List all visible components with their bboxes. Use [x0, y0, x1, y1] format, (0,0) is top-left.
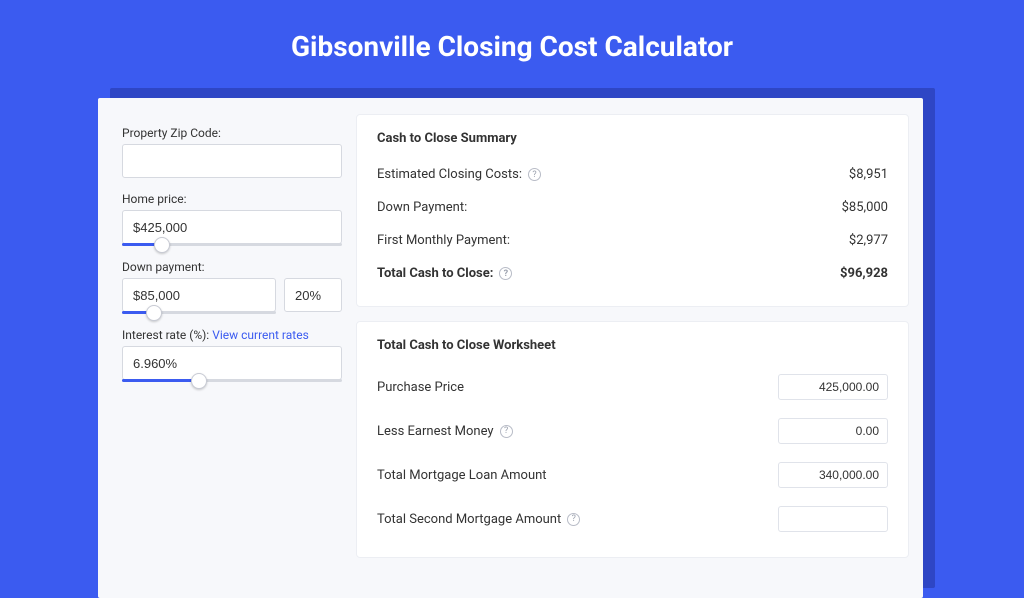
worksheet-panel: Total Cash to Close Worksheet Purchase P… [356, 321, 909, 558]
interest-rate-slider[interactable] [122, 379, 342, 382]
worksheet-row-input[interactable] [778, 462, 888, 488]
worksheet-row-label-text: Total Mortgage Loan Amount [377, 468, 547, 483]
interest-rate-slider-thumb[interactable] [191, 373, 207, 389]
worksheet-row-label: Total Second Mortgage Amount? [377, 512, 580, 527]
down-payment-pct-input[interactable] [284, 278, 342, 312]
interest-rate-slider-fill [122, 379, 199, 382]
worksheet-row-label-text: Less Earnest Money [377, 424, 494, 439]
interest-rate-slider-wrap [122, 346, 342, 382]
zip-input[interactable] [122, 144, 342, 178]
worksheet-row-label: Total Mortgage Loan Amount [377, 468, 547, 483]
home-price-slider-thumb[interactable] [154, 237, 170, 253]
down-payment-slider-thumb[interactable] [146, 305, 162, 321]
summary-row-label: Estimated Closing Costs:? [377, 167, 541, 182]
summary-row: First Monthly Payment: $2,977 [377, 224, 888, 257]
field-interest-rate: Interest rate (%): View current rates [122, 328, 342, 382]
worksheet-rows: Purchase Price Less Earnest Money? Total M… [377, 365, 888, 541]
view-rates-link[interactable]: View current rates [212, 328, 309, 342]
field-down-payment: Down payment: [122, 260, 342, 314]
field-home-price: Home price: [122, 192, 342, 246]
interest-rate-label-row: Interest rate (%): View current rates [122, 328, 342, 342]
summary-row-label: First Monthly Payment: [377, 233, 510, 248]
calculator-card: Property Zip Code: Home price: Down paym… [98, 98, 923, 598]
summary-row-label-text: Estimated Closing Costs: [377, 167, 522, 182]
summary-row-value: $8,951 [849, 167, 888, 182]
worksheet-row: Total Second Mortgage Amount? [377, 497, 888, 541]
down-payment-slider[interactable] [122, 311, 276, 314]
summary-row: Estimated Closing Costs:? $8,951 [377, 158, 888, 191]
summary-row: Total Cash to Close:? $96,928 [377, 257, 888, 290]
worksheet-row-label-text: Total Second Mortgage Amount [377, 512, 561, 527]
summary-row-value: $96,928 [840, 266, 888, 281]
summary-row-label-text: Total Cash to Close: [377, 266, 493, 281]
summary-row-label-text: Down Payment: [377, 200, 467, 215]
summary-row-value: $85,000 [842, 200, 888, 215]
field-zip: Property Zip Code: [122, 126, 342, 178]
worksheet-title: Total Cash to Close Worksheet [377, 338, 888, 353]
help-icon[interactable]: ? [499, 267, 512, 280]
home-price-label: Home price: [122, 192, 342, 206]
worksheet-row: Less Earnest Money? [377, 409, 888, 453]
worksheet-row-label: Purchase Price [377, 380, 464, 395]
worksheet-row: Total Mortgage Loan Amount [377, 453, 888, 497]
help-icon[interactable]: ? [500, 425, 513, 438]
summary-panel: Cash to Close Summary Estimated Closing … [356, 114, 909, 307]
summary-row-label: Down Payment: [377, 200, 467, 215]
summary-row-label: Total Cash to Close:? [377, 266, 512, 281]
worksheet-row-label: Less Earnest Money? [377, 424, 513, 439]
worksheet-row-label-text: Purchase Price [377, 380, 464, 395]
interest-rate-input[interactable] [122, 346, 342, 380]
worksheet-row-input[interactable] [778, 374, 888, 400]
zip-label: Property Zip Code: [122, 126, 342, 140]
help-icon[interactable]: ? [528, 168, 541, 181]
summary-title: Cash to Close Summary [377, 131, 888, 146]
page-title: Gibsonville Closing Cost Calculator [0, 0, 1024, 85]
summary-row-label-text: First Monthly Payment: [377, 233, 510, 248]
worksheet-row-input[interactable] [778, 418, 888, 444]
down-payment-input[interactable] [122, 278, 276, 312]
summary-rows: Estimated Closing Costs:? $8,951 Down Paym… [377, 158, 888, 290]
down-payment-slider-wrap [122, 278, 276, 314]
summary-row: Down Payment: $85,000 [377, 191, 888, 224]
help-icon[interactable]: ? [567, 513, 580, 526]
interest-rate-label: Interest rate (%): [122, 328, 209, 342]
home-price-slider[interactable] [122, 243, 342, 246]
down-payment-label: Down payment: [122, 260, 342, 274]
home-price-slider-wrap [122, 210, 342, 246]
worksheet-row-input[interactable] [778, 506, 888, 532]
summary-row-value: $2,977 [849, 233, 888, 248]
worksheet-row: Purchase Price [377, 365, 888, 409]
